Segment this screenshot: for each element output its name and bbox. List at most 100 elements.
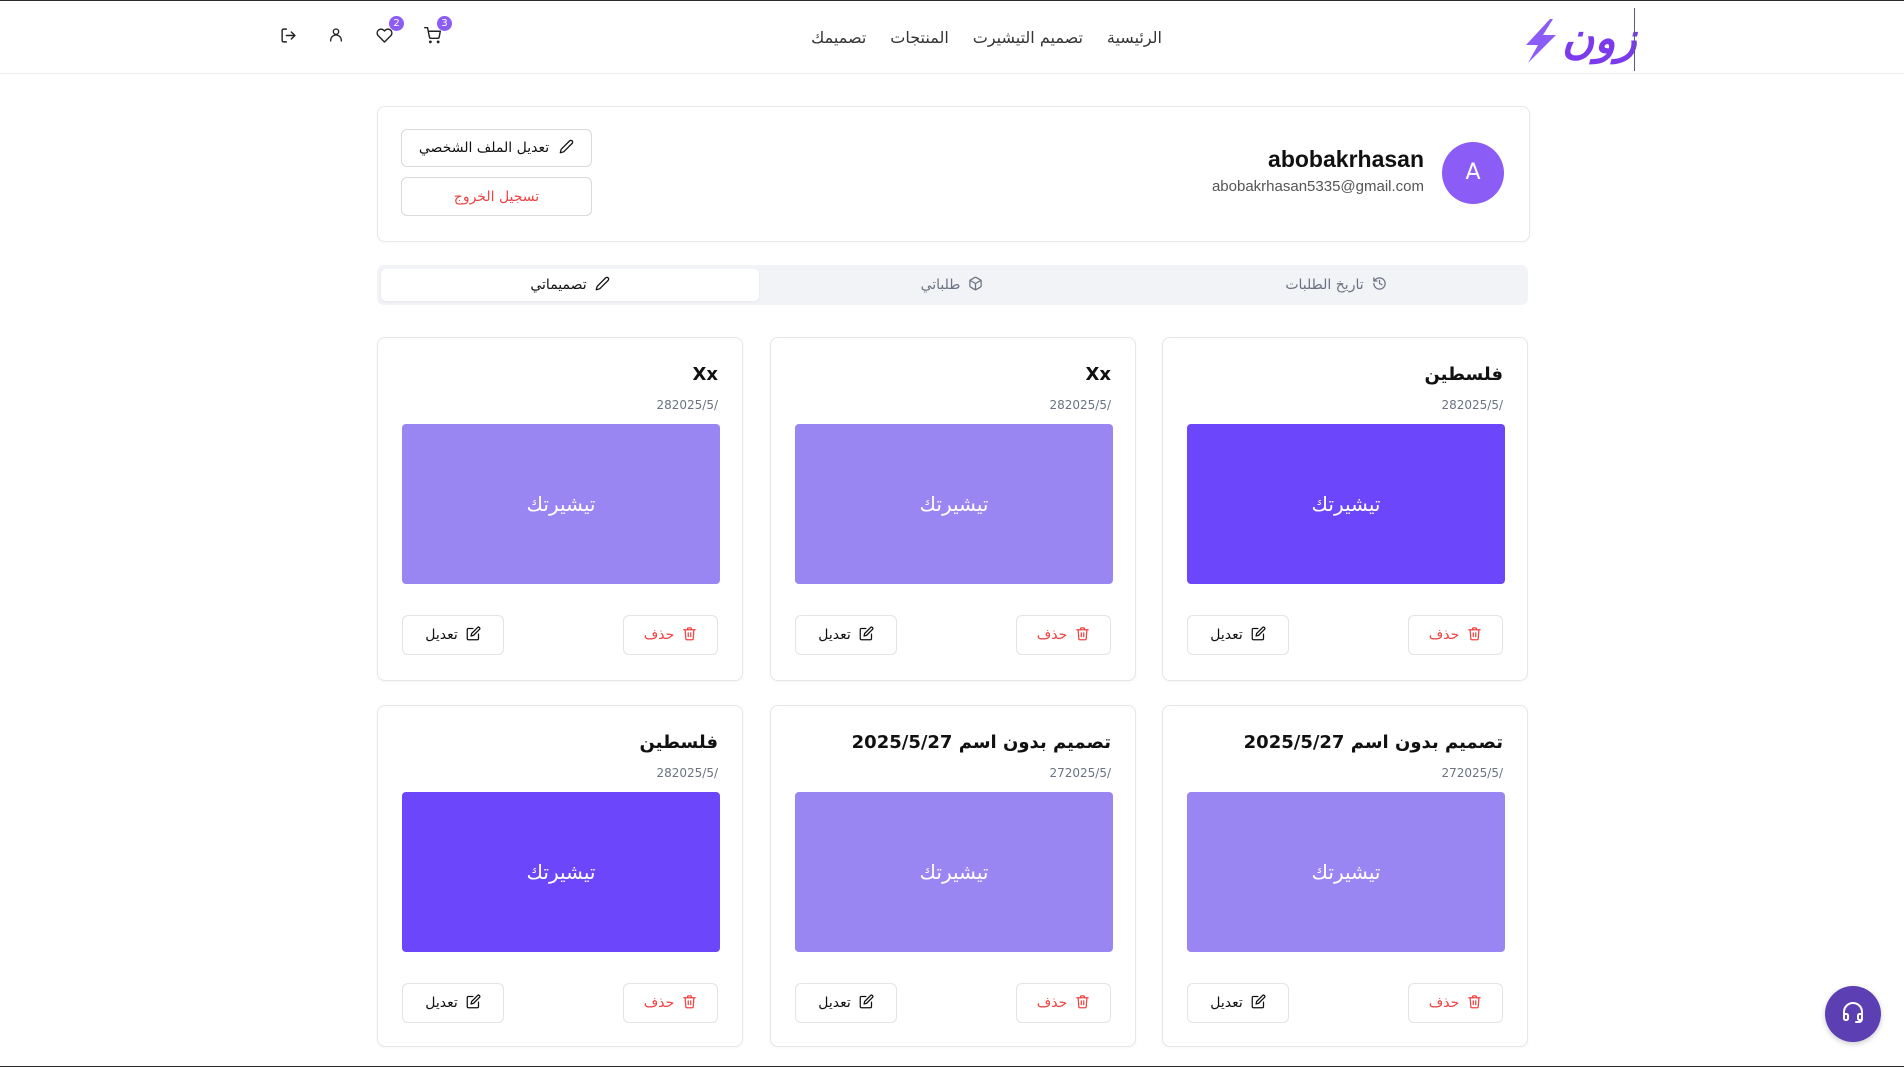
- header-actions: 2 3: [278, 16, 452, 45]
- delete-label: حذف: [643, 995, 675, 1011]
- support-chat-button[interactable]: [1825, 986, 1881, 1042]
- profile-username: abobakrhasan: [1268, 146, 1424, 172]
- design-card: فلسطين 282025/5/تيشيرتك حذف تعديل: [377, 705, 743, 1047]
- design-title: Xx: [1085, 364, 1112, 385]
- trash-icon: [1075, 626, 1090, 645]
- design-card: تصميم بدون اسم 2025/5/27 272025/5/تيشيرتك…: [1162, 705, 1528, 1047]
- design-date: 282025/5/: [656, 766, 718, 780]
- design-date: 272025/5/: [1049, 766, 1111, 780]
- design-title: فلسطين: [1424, 364, 1503, 385]
- package-icon: [968, 276, 983, 295]
- design-preview-label: تيشيرتك: [1311, 860, 1381, 884]
- design-preview-label: تيشيرتك: [919, 492, 989, 516]
- edit-design-button[interactable]: تعديل: [795, 615, 897, 655]
- edit-profile-label: تعديل الملف الشخصي: [418, 140, 550, 156]
- nav-your-design[interactable]: تصميمك: [811, 27, 866, 49]
- design-preview[interactable]: تيشيرتك: [402, 792, 720, 952]
- trash-icon: [682, 626, 697, 645]
- trash-icon: [1467, 626, 1482, 645]
- design-date: 282025/5/: [1049, 398, 1111, 412]
- edit-design-button[interactable]: تعديل: [1187, 615, 1289, 655]
- delete-design-button[interactable]: حذف: [623, 983, 718, 1023]
- design-preview[interactable]: تيشيرتك: [1187, 792, 1505, 952]
- edit-design-button[interactable]: تعديل: [402, 983, 504, 1023]
- delete-design-button[interactable]: حذف: [1408, 615, 1503, 655]
- delete-design-button[interactable]: حذف: [1016, 615, 1111, 655]
- design-preview[interactable]: تيشيرتك: [795, 792, 1113, 952]
- tab-order-history[interactable]: تاريخ الطلبات: [1148, 269, 1524, 301]
- tab-my-orders[interactable]: طلباتي: [762, 269, 1142, 301]
- avatar: A: [1442, 142, 1504, 204]
- wishlist-count-badge: 2: [389, 16, 404, 31]
- text-cursor: [1634, 8, 1635, 71]
- design-card: Xx 282025/5/تيشيرتك حذف تعديل: [377, 337, 743, 681]
- trash-icon: [1075, 994, 1090, 1013]
- design-preview[interactable]: تيشيرتك: [402, 424, 720, 584]
- headset-icon: [1841, 1000, 1865, 1028]
- nav-home[interactable]: الرئيسية: [1107, 27, 1162, 49]
- lightning-icon: [1526, 19, 1556, 63]
- design-card: فلسطين 282025/5/تيشيرتك حذف تعديل: [1162, 337, 1528, 681]
- tab-my-designs[interactable]: تصميماتي: [381, 269, 759, 301]
- design-preview-label: تيشيرتك: [919, 860, 989, 884]
- design-card: تصميم بدون اسم 2025/5/27 272025/5/تيشيرتك…: [770, 705, 1136, 1047]
- user-icon[interactable]: [326, 25, 346, 45]
- design-title: Xx: [692, 364, 719, 385]
- tab-my-designs-label: تصميماتي: [530, 277, 587, 293]
- brand-logo[interactable]: زون: [1520, 9, 1640, 69]
- trash-icon: [1467, 994, 1482, 1013]
- edit-icon: [466, 626, 481, 645]
- delete-label: حذف: [1036, 627, 1068, 643]
- tab-my-orders-label: طلباتي: [920, 277, 961, 293]
- design-preview[interactable]: تيشيرتك: [1187, 424, 1505, 584]
- cart-count-badge: 3: [437, 16, 452, 31]
- edit-profile-button[interactable]: تعديل الملف الشخصي: [401, 129, 592, 167]
- delete-label: حذف: [1036, 995, 1068, 1011]
- tab-order-history-label: تاريخ الطلبات: [1285, 277, 1364, 293]
- profile-card: [377, 106, 1530, 242]
- edit-label: تعديل: [818, 627, 851, 643]
- nav-products[interactable]: المنتجات: [890, 27, 949, 49]
- logout-label: تسجيل الخروج: [453, 188, 540, 205]
- main-nav: الرئيسية تصميم التيشيرت المنتجات تصميمك: [811, 27, 1162, 49]
- nav-tshirt-design[interactable]: تصميم التيشيرت: [973, 27, 1083, 49]
- delete-label: حذف: [1428, 627, 1460, 643]
- design-card: Xx 282025/5/تيشيرتك حذف تعديل: [770, 337, 1136, 681]
- edit-design-button[interactable]: تعديل: [1187, 983, 1289, 1023]
- edit-label: تعديل: [1210, 995, 1243, 1011]
- delete-design-button[interactable]: حذف: [1016, 983, 1111, 1023]
- edit-design-button[interactable]: تعديل: [795, 983, 897, 1023]
- edit-design-button[interactable]: تعديل: [402, 615, 504, 655]
- delete-design-button[interactable]: حذف: [623, 615, 718, 655]
- edit-label: تعديل: [425, 627, 458, 643]
- history-icon: [1372, 276, 1387, 295]
- design-title: تصميم بدون اسم 2025/5/27: [1243, 732, 1503, 753]
- site-header: زون الرئيسية تصميم التيشيرت المنتجات تصم…: [0, 1, 1904, 74]
- edit-icon: [859, 994, 874, 1013]
- design-title: تصميم بدون اسم 2025/5/27: [851, 732, 1111, 753]
- edit-icon: [466, 994, 481, 1013]
- profile-tabs: تاريخ الطلبات طلباتي تصميماتي: [377, 265, 1528, 305]
- design-title: فلسطين: [639, 732, 718, 753]
- design-date: 272025/5/: [1441, 766, 1503, 780]
- brand-logo-text: زون: [1562, 13, 1639, 64]
- design-preview-label: تيشيرتك: [1311, 492, 1381, 516]
- design-preview[interactable]: تيشيرتك: [795, 424, 1113, 584]
- cart-icon[interactable]: 3: [422, 16, 452, 45]
- edit-icon: [859, 626, 874, 645]
- design-date: 282025/5/: [656, 398, 718, 412]
- edit-label: تعديل: [1210, 627, 1243, 643]
- pencil-icon: [559, 139, 574, 158]
- trash-icon: [682, 994, 697, 1013]
- design-preview-label: تيشيرتك: [526, 860, 596, 884]
- edit-label: تعديل: [425, 995, 458, 1011]
- edit-icon: [1251, 626, 1266, 645]
- design-preview-label: تيشيرتك: [526, 492, 596, 516]
- design-date: 282025/5/: [1441, 398, 1503, 412]
- delete-design-button[interactable]: حذف: [1408, 983, 1503, 1023]
- edit-label: تعديل: [818, 995, 851, 1011]
- logout-button[interactable]: تسجيل الخروج: [401, 177, 592, 216]
- wishlist-icon[interactable]: 2: [374, 16, 404, 45]
- logout-icon[interactable]: [278, 25, 298, 45]
- delete-label: حذف: [643, 627, 675, 643]
